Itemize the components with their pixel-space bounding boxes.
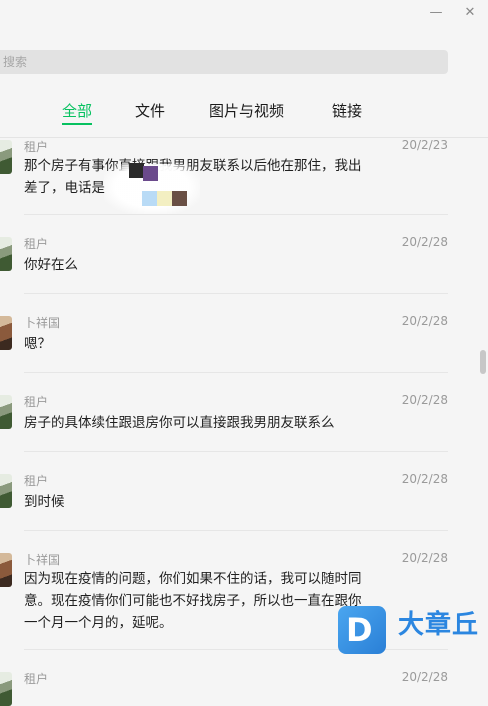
sender-name: 租户 xyxy=(24,672,49,686)
redaction-mosaic xyxy=(157,191,172,206)
sender-name: 卜祥国 xyxy=(24,553,61,567)
item-divider xyxy=(24,372,448,373)
item-divider xyxy=(24,293,448,294)
avatar xyxy=(0,140,12,174)
sender-name: 租户 xyxy=(24,395,49,409)
message-date: 20/2/28 xyxy=(401,393,448,407)
active-tab-indicator xyxy=(62,123,93,125)
message-date: 20/2/28 xyxy=(401,314,448,328)
item-divider xyxy=(24,530,448,531)
search-input[interactable]: 搜索 xyxy=(0,50,448,74)
message-date: 20/2/28 xyxy=(401,670,448,684)
message-date: 20/2/28 xyxy=(401,472,448,486)
message-text-line: 差了，电话是 xyxy=(24,180,105,196)
avatar xyxy=(0,316,12,350)
redaction-mosaic xyxy=(142,191,157,206)
sender-name: 租户 xyxy=(24,237,49,251)
message-text: 那个房子有事你直接跟我男朋友联系以后他在那住，我出 差了，电话是 xyxy=(24,155,384,199)
filter-tabs: 全部 文件 图片与视频 链接 xyxy=(0,100,488,126)
tab-links-label: 链接 xyxy=(332,102,363,120)
tab-media-label: 图片与视频 xyxy=(209,102,285,120)
scrollbar-thumb[interactable] xyxy=(480,350,486,374)
search-placeholder: 搜索 xyxy=(3,55,28,69)
message-text-line: 一个月一个月的，延呢。 xyxy=(24,615,173,631)
tab-all-label: 全部 xyxy=(62,102,93,120)
message-date: 20/2/28 xyxy=(401,551,448,565)
message-date: 20/2/23 xyxy=(401,138,448,152)
message-text: 你好在么 xyxy=(24,257,78,273)
message-text-line: 因为现在疫情的问题，你们如果不住的话，我可以随时同 xyxy=(24,571,362,587)
minimize-button[interactable]: — xyxy=(426,4,446,22)
redaction-mosaic xyxy=(172,191,187,206)
message-text: 到时候 xyxy=(24,494,65,510)
item-divider xyxy=(24,214,448,215)
item-divider xyxy=(24,451,448,452)
redaction-mosaic xyxy=(143,166,158,181)
avatar xyxy=(0,474,12,508)
avatar xyxy=(0,395,12,429)
message-text: 嗯？ xyxy=(24,336,51,352)
tab-media[interactable]: 图片与视频 xyxy=(209,100,284,121)
close-button[interactable]: ✕ xyxy=(460,4,480,22)
watermark-brand: 大章丘 xyxy=(398,610,480,640)
sender-name: 租户 xyxy=(24,140,49,154)
tab-all[interactable]: 全部 xyxy=(62,100,93,125)
redaction-mosaic xyxy=(129,163,144,178)
avatar xyxy=(0,553,12,587)
watermark-logo-icon: D xyxy=(338,606,386,654)
message-text-line: 那个房子有事你直接跟我男朋友联系以后他在那住，我出 xyxy=(24,155,384,177)
tab-files[interactable]: 文件 xyxy=(135,100,165,121)
watermark-letter: D xyxy=(346,611,373,649)
tab-links[interactable]: 链接 xyxy=(332,100,362,121)
message-date: 20/2/28 xyxy=(401,235,448,249)
sender-name: 卜祥国 xyxy=(24,316,61,330)
avatar xyxy=(0,237,12,271)
message-text: 因为现在疫情的问题，你们如果不住的话，我可以随时同 意。现在疫情你们可能也不好找… xyxy=(24,568,384,634)
sender-name: 租户 xyxy=(24,474,49,488)
tab-files-label: 文件 xyxy=(135,102,166,120)
message-text-line: 意。现在疫情你们可能也不好找房子，所以也一直在跟你 xyxy=(24,593,362,609)
avatar xyxy=(0,672,12,706)
message-text: 房子的具体续住跟退房你可以直接跟我男朋友联系么 xyxy=(24,415,335,431)
